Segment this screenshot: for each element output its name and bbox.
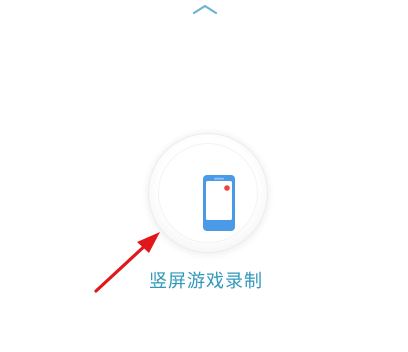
portrait-game-recording-label: 竖屏游戏录制: [149, 271, 263, 292]
record-button-inner: [159, 144, 257, 242]
chevron-up-icon[interactable]: [190, 3, 220, 17]
phone-record-icon: [203, 175, 235, 231]
screen-record-page: 竖屏游戏录制: [0, 0, 408, 352]
portrait-record-button[interactable]: [148, 133, 268, 253]
